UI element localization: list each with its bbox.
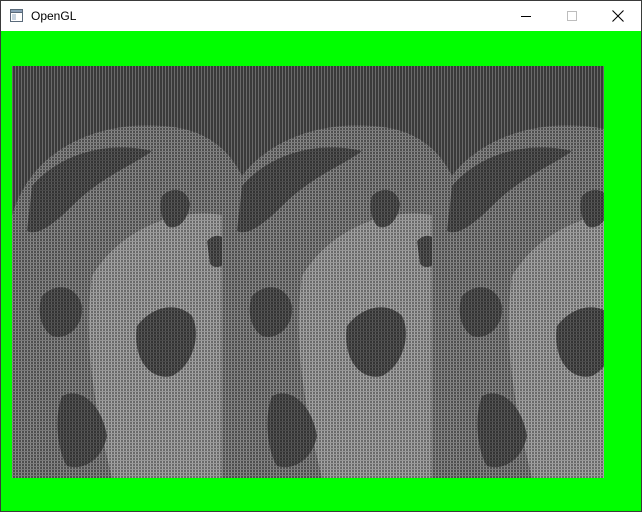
maximize-button[interactable]	[549, 1, 595, 31]
client-area	[1, 31, 641, 511]
opengl-window: OpenGL	[0, 0, 642, 512]
close-icon	[612, 10, 624, 22]
title-bar[interactable]: OpenGL	[1, 1, 641, 31]
maximize-icon	[567, 11, 577, 21]
minimize-button[interactable]	[503, 1, 549, 31]
minimize-icon	[521, 16, 531, 17]
texture-tile-2	[222, 125, 452, 478]
render-viewport[interactable]	[12, 66, 604, 478]
window-title: OpenGL	[31, 9, 77, 23]
texture-tile-1	[12, 125, 242, 478]
texture-tile-3	[432, 125, 604, 478]
rendered-texture	[12, 66, 604, 478]
application-window-icon[interactable]	[10, 9, 23, 22]
close-button[interactable]	[595, 1, 641, 31]
